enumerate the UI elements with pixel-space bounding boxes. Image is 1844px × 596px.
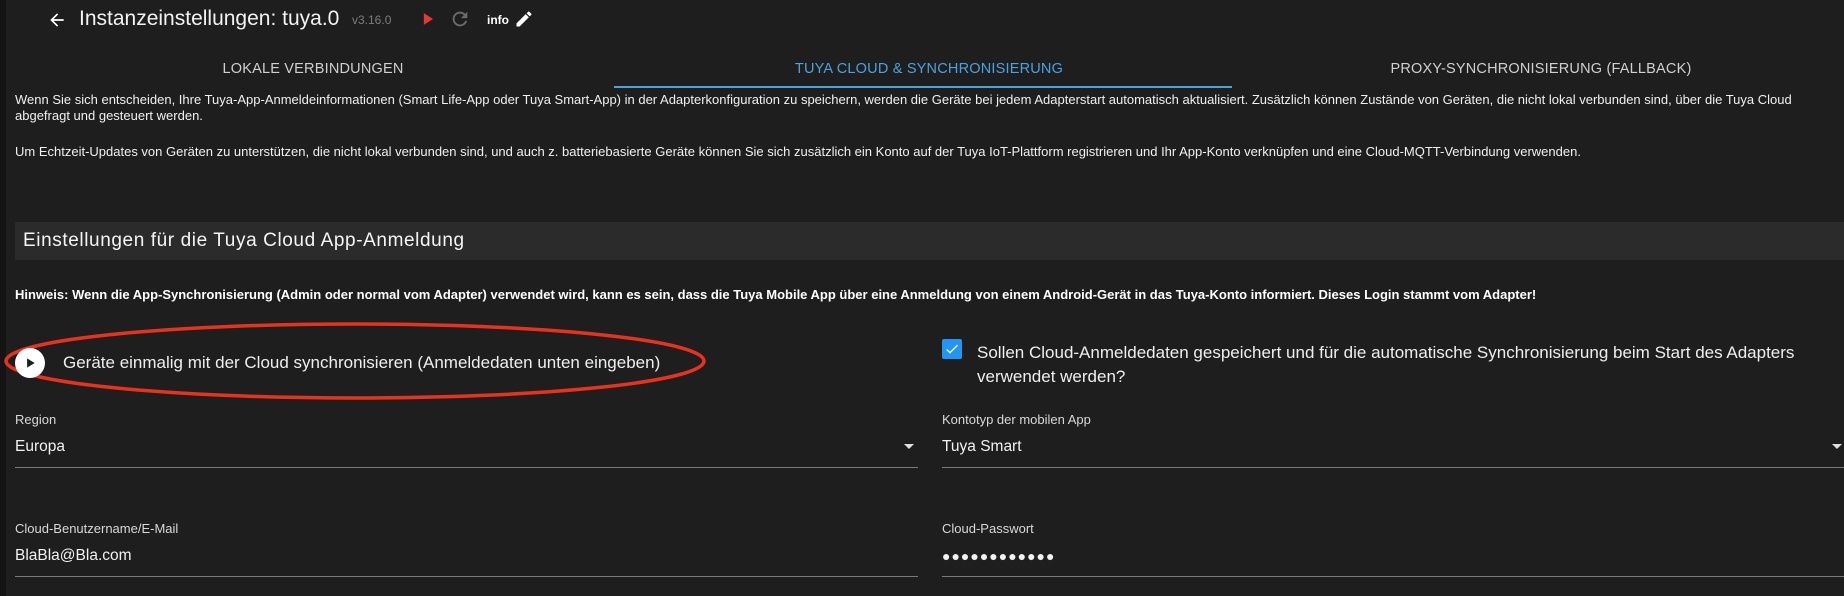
field-underline bbox=[942, 467, 1844, 468]
password-value: ●●●●●●●●●●●● bbox=[942, 548, 1056, 564]
tab-tuya-cloud-sync[interactable]: TUYA CLOUD & SYNCHRONISIERUNG bbox=[620, 48, 1238, 90]
password-input[interactable]: Cloud-Passwort ●●●●●●●●●●●● bbox=[942, 521, 1844, 577]
username-value: BlaBla@Bla.com bbox=[15, 547, 132, 564]
section-header: Einstellungen für die Tuya Cloud App-Anm… bbox=[15, 222, 1844, 260]
password-label: Cloud-Passwort bbox=[942, 521, 1034, 536]
save-credentials-label: Sollen Cloud-Anmeldedaten gespeichert un… bbox=[977, 343, 1795, 386]
region-select[interactable]: Region Europa bbox=[15, 412, 918, 468]
edit-button[interactable] bbox=[514, 9, 534, 29]
region-label: Region bbox=[15, 412, 57, 427]
account-type-label: Kontotyp der mobilen App bbox=[942, 412, 1091, 427]
tab-bar: LOKALE VERBINDUNGEN TUYA CLOUD & SYNCHRO… bbox=[6, 48, 1844, 90]
field-underline bbox=[15, 467, 918, 468]
tab-proxy-sync[interactable]: PROXY-SYNCHRONISIERUNG (FALLBACK) bbox=[1238, 48, 1844, 90]
arrow-left-icon bbox=[50, 13, 64, 27]
active-tab-indicator bbox=[614, 86, 1232, 88]
username-label: Cloud-Benutzername/E-Mail bbox=[15, 521, 179, 536]
field-underline bbox=[942, 576, 1844, 577]
sync-once-label: Geräte einmalig mit der Cloud synchronis… bbox=[63, 353, 661, 372]
dropdown-arrow-icon bbox=[904, 444, 914, 449]
refresh-icon bbox=[452, 11, 468, 27]
field-underline bbox=[15, 576, 918, 577]
info-link[interactable]: info bbox=[487, 13, 509, 27]
reload-button[interactable] bbox=[449, 8, 471, 30]
version-label: v3.16.0 bbox=[352, 13, 392, 27]
intro-paragraph-2: Um Echtzeit-Updates von Geräten zu unter… bbox=[15, 144, 1581, 159]
hint-text: Hinweis: Wenn die App-Synchronisierung (… bbox=[15, 287, 1537, 302]
check-icon bbox=[946, 344, 958, 354]
page-title: Instanzeinstellungen: tuya.0 bbox=[79, 7, 340, 30]
tab-local-connections[interactable]: LOKALE VERBINDUNGEN bbox=[6, 48, 620, 90]
account-type-value: Tuya Smart bbox=[942, 438, 1022, 455]
intro-paragraph-1: Wenn Sie sich entscheiden, Ihre Tuya-App… bbox=[15, 92, 1792, 123]
section-title: Einstellungen für die Tuya Cloud App-Anm… bbox=[23, 230, 465, 251]
region-value: Europa bbox=[15, 438, 65, 455]
start-instance-button[interactable] bbox=[418, 9, 438, 29]
sync-once-button[interactable]: Geräte einmalig mit der Cloud synchronis… bbox=[15, 346, 660, 380]
play-circle-icon bbox=[15, 348, 45, 378]
dropdown-arrow-icon bbox=[1832, 444, 1842, 449]
save-credentials-checkbox[interactable] bbox=[942, 339, 962, 359]
pencil-icon bbox=[516, 11, 532, 27]
account-type-select[interactable]: Kontotyp der mobilen App Tuya Smart bbox=[942, 412, 1844, 468]
back-button[interactable] bbox=[42, 8, 72, 32]
play-icon bbox=[423, 13, 433, 25]
username-input[interactable]: Cloud-Benutzername/E-Mail BlaBla@Bla.com bbox=[15, 521, 918, 577]
app-header: Instanzeinstellungen: tuya.0 v3.16.0 inf… bbox=[6, 0, 1844, 40]
